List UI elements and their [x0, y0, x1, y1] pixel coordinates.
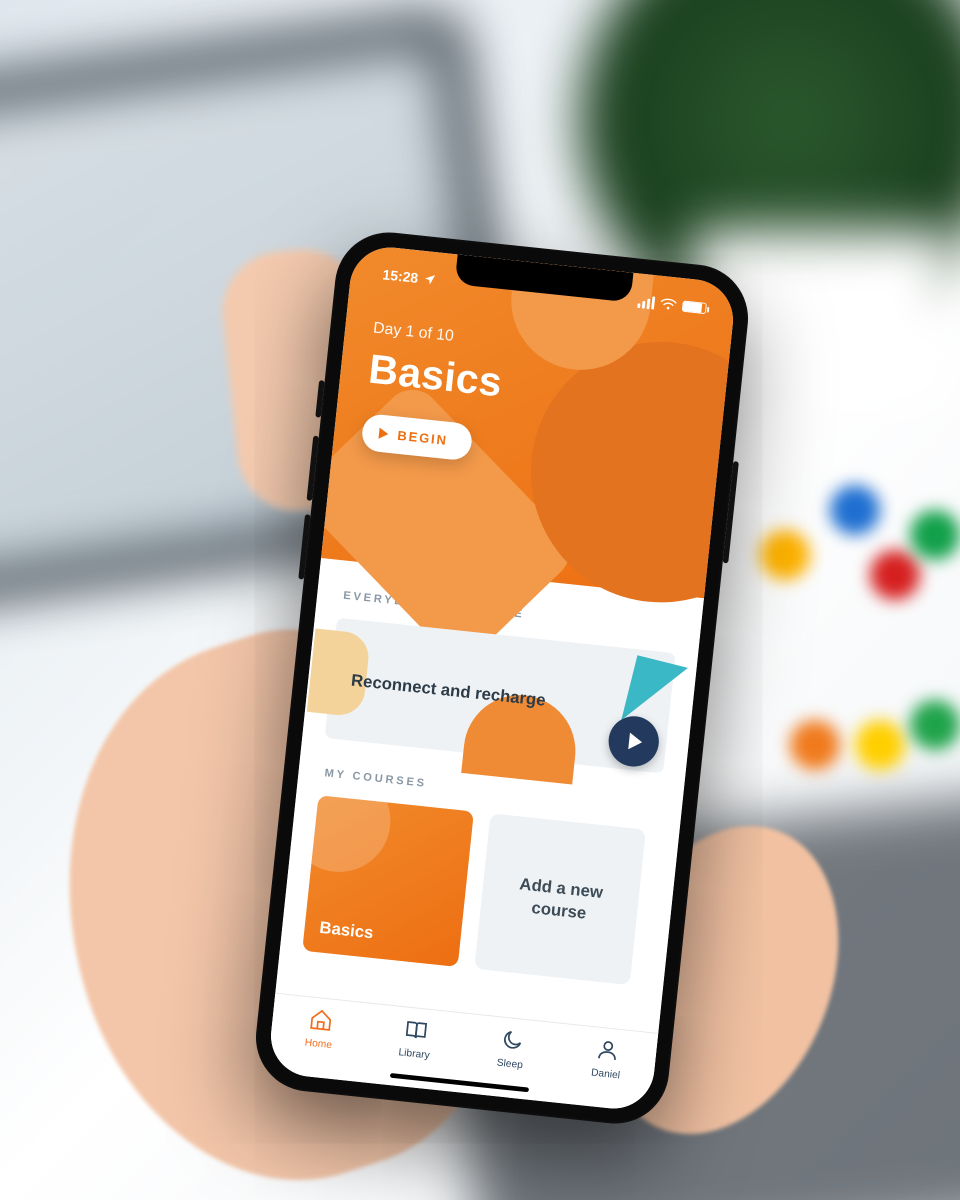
- course-card-basics[interactable]: Basics: [302, 795, 474, 967]
- battery-icon: [682, 301, 707, 315]
- background-candy: [870, 550, 920, 600]
- background-candy: [790, 720, 840, 770]
- moon-icon: [499, 1027, 526, 1056]
- tab-sleep[interactable]: Sleep: [461, 1023, 561, 1075]
- feature-card-title: Reconnect and recharge: [350, 670, 546, 710]
- tab-label: Sleep: [496, 1057, 523, 1071]
- location-icon: [423, 272, 437, 286]
- background-candy: [910, 510, 960, 560]
- background-candy: [830, 485, 880, 535]
- play-icon: [628, 733, 643, 751]
- person-icon: [594, 1037, 621, 1066]
- background-candy: [855, 720, 905, 770]
- home-icon: [307, 1007, 334, 1036]
- course-card-title: Basics: [319, 918, 375, 943]
- card-decoration: [302, 795, 395, 877]
- tab-label: Library: [398, 1047, 430, 1061]
- tab-profile[interactable]: Daniel: [557, 1033, 657, 1085]
- background-candy: [910, 700, 960, 750]
- main-content: EVERYDAY HEADSPACE Reconnect and recharg…: [271, 558, 704, 1072]
- add-course-label: Add a new course: [506, 871, 614, 927]
- cellular-icon: [637, 295, 655, 310]
- book-icon: [403, 1017, 430, 1046]
- tab-library[interactable]: Library: [366, 1013, 466, 1065]
- play-icon: [378, 428, 388, 440]
- tab-label: Daniel: [591, 1067, 621, 1081]
- status-time: 15:28: [382, 267, 419, 286]
- background-candy: [760, 530, 810, 580]
- add-course-card[interactable]: Add a new course: [474, 813, 646, 985]
- phone: 15:28 Day 1 of 10 Basics: [267, 244, 737, 1113]
- begin-button-label: BEGIN: [397, 428, 449, 448]
- tab-home[interactable]: Home: [270, 1003, 370, 1055]
- tab-label: Home: [304, 1037, 332, 1051]
- wifi-icon: [659, 297, 677, 312]
